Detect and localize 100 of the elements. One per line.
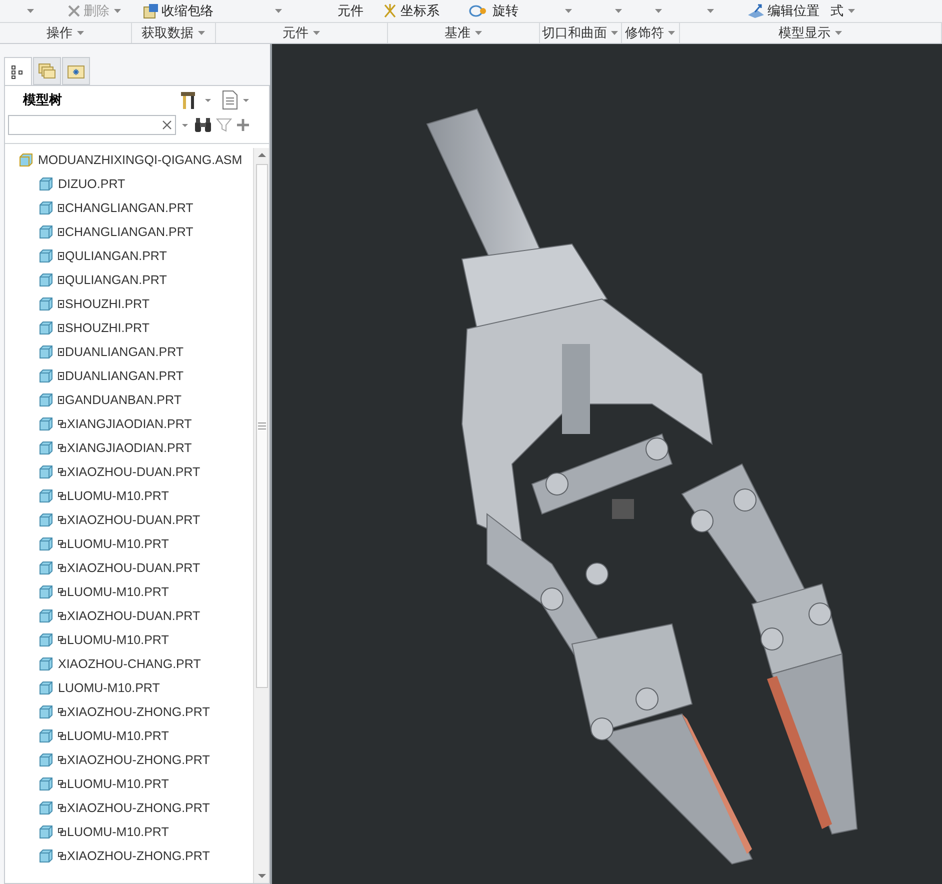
part-icon bbox=[39, 273, 53, 287]
binoculars-icon[interactable] bbox=[194, 117, 212, 133]
part-icon bbox=[39, 249, 53, 263]
part-icon bbox=[39, 417, 53, 431]
ribbon-group-label[interactable]: 模型显示 bbox=[680, 23, 942, 43]
tree-item[interactable]: LUOMU-M10.PRT bbox=[5, 532, 253, 556]
panel-title: 模型树 bbox=[23, 91, 63, 110]
caret-icon bbox=[112, 7, 122, 15]
tree-item[interactable]: LUOMU-M10.PRT bbox=[5, 724, 253, 748]
part-icon bbox=[39, 729, 53, 743]
part-icon bbox=[39, 345, 53, 359]
tree-item[interactable]: LUOMU-M10.PRT bbox=[5, 676, 253, 700]
part-icon bbox=[39, 225, 53, 239]
caret-icon bbox=[654, 7, 662, 15]
ribbon-command[interactable]: 式 bbox=[823, 0, 863, 22]
placement-marker-icon bbox=[58, 540, 66, 548]
caret-icon bbox=[834, 29, 842, 37]
add-icon[interactable] bbox=[236, 118, 250, 132]
ribbon-group-label[interactable]: 元件 bbox=[216, 23, 388, 43]
part-icon bbox=[39, 705, 53, 719]
part-icon bbox=[39, 369, 53, 383]
ribbon-command[interactable]: 元件 bbox=[328, 0, 373, 22]
ribbon-group-label[interactable]: 基准 bbox=[388, 23, 540, 43]
tree-item[interactable]: XIANGJIAODIAN.PRT bbox=[5, 436, 253, 460]
tree-item[interactable]: QULIANGAN.PRT bbox=[5, 244, 253, 268]
ribbon-command[interactable]: 收缩包络 bbox=[128, 0, 228, 22]
placement-marker-icon bbox=[58, 588, 66, 596]
tree-item[interactable]: DUANLIANGAN.PRT bbox=[5, 364, 253, 388]
package-marker-icon bbox=[58, 300, 64, 308]
part-icon bbox=[39, 777, 53, 791]
tree-item[interactable]: DIZUO.PRT bbox=[5, 172, 253, 196]
assembly-icon bbox=[19, 153, 33, 167]
part-icon bbox=[39, 561, 53, 575]
tree-item[interactable]: XIANGJIAODIAN.PRT bbox=[5, 412, 253, 436]
tree-item[interactable]: XIAOZHOU-CHANG.PRT bbox=[5, 652, 253, 676]
filter-icon[interactable] bbox=[216, 117, 232, 133]
placement-marker-icon bbox=[58, 612, 66, 620]
search-field[interactable] bbox=[8, 115, 176, 135]
tree-item[interactable]: CHANGLIANGAN.PRT bbox=[5, 196, 253, 220]
tree-item[interactable]: SHOUZHI.PRT bbox=[5, 316, 253, 340]
caret-icon bbox=[610, 29, 619, 37]
caret-icon bbox=[614, 7, 622, 15]
navigator-tab[interactable] bbox=[4, 57, 32, 86]
tree-item[interactable]: LUOMU-M10.PRT bbox=[5, 628, 253, 652]
ribbon-command[interactable]: 编辑位置 bbox=[743, 0, 823, 22]
placement-marker-icon bbox=[58, 804, 66, 812]
tree-item[interactable]: XIAOZHOU-DUAN.PRT bbox=[5, 508, 253, 532]
ribbon-command[interactable]: 旋转 bbox=[448, 0, 538, 22]
tree-item[interactable]: GANDUANBAN.PRT bbox=[5, 388, 253, 412]
tree-item[interactable]: CHANGLIANGAN.PRT bbox=[5, 220, 253, 244]
package-marker-icon bbox=[58, 324, 64, 332]
tree-item[interactable]: LUOMU-M10.PRT bbox=[5, 484, 253, 508]
scrollbar[interactable] bbox=[253, 148, 269, 883]
part-icon bbox=[39, 681, 53, 695]
placement-marker-icon bbox=[58, 852, 66, 860]
part-icon bbox=[39, 825, 53, 839]
list-settings-icon[interactable] bbox=[221, 90, 239, 110]
tree-item[interactable]: LUOMU-M10.PRT bbox=[5, 580, 253, 604]
placement-marker-icon bbox=[58, 828, 66, 836]
scroll-thumb[interactable] bbox=[256, 164, 268, 688]
caret-icon bbox=[274, 7, 282, 15]
tree-item[interactable]: XIAOZHOU-DUAN.PRT bbox=[5, 460, 253, 484]
tree-item[interactable]: LUOMU-M10.PRT bbox=[5, 772, 253, 796]
part-icon bbox=[39, 633, 53, 647]
part-icon bbox=[39, 753, 53, 767]
caret-icon bbox=[846, 7, 856, 15]
ribbon-command[interactable]: 坐标系 bbox=[373, 0, 448, 22]
move-icon bbox=[746, 3, 764, 19]
part-icon bbox=[39, 441, 53, 455]
tree-item[interactable]: XIAOZHOU-ZHONG.PRT bbox=[5, 844, 253, 868]
placement-marker-icon bbox=[58, 756, 66, 764]
caret-icon bbox=[26, 7, 34, 15]
placement-marker-icon bbox=[58, 780, 66, 788]
ribbon-group-label[interactable]: 操作 bbox=[0, 23, 132, 43]
placement-marker-icon bbox=[58, 732, 66, 740]
tree-item[interactable]: XIAOZHOU-DUAN.PRT bbox=[5, 604, 253, 628]
tree-item[interactable]: XIAOZHOU-ZHONG.PRT bbox=[5, 748, 253, 772]
tree-item[interactable]: XIAOZHOU-DUAN.PRT bbox=[5, 556, 253, 580]
part-icon bbox=[39, 537, 53, 551]
ribbon-group-label[interactable]: 切口和曲面 bbox=[540, 23, 622, 43]
ribbon-group-label[interactable]: 获取数据 bbox=[132, 23, 216, 43]
tree-item[interactable]: XIAOZHOU-ZHONG.PRT bbox=[5, 796, 253, 820]
folders-icon bbox=[38, 63, 56, 79]
caret-icon bbox=[312, 29, 320, 37]
tree-item[interactable]: SHOUZHI.PRT bbox=[5, 292, 253, 316]
tree-item[interactable]: XIAOZHOU-ZHONG.PRT bbox=[5, 700, 253, 724]
package-marker-icon bbox=[58, 252, 64, 260]
part-icon bbox=[39, 201, 53, 215]
package-marker-icon bbox=[58, 348, 64, 356]
clear-icon[interactable] bbox=[162, 120, 172, 130]
caret-icon bbox=[564, 7, 572, 15]
ribbon-group-label[interactable]: 修饰符 bbox=[622, 23, 680, 43]
tree-item[interactable]: MODUANZHIXINGQI-QIGANG.ASM bbox=[5, 148, 253, 172]
part-icon bbox=[39, 177, 53, 191]
tree-item[interactable]: DUANLIANGAN.PRT bbox=[5, 340, 253, 364]
tree-item[interactable]: QULIANGAN.PRT bbox=[5, 268, 253, 292]
tree-item[interactable]: LUOMU-M10.PRT bbox=[5, 820, 253, 844]
caret-icon bbox=[706, 7, 715, 15]
part-icon bbox=[39, 513, 53, 527]
close-icon bbox=[66, 4, 80, 18]
